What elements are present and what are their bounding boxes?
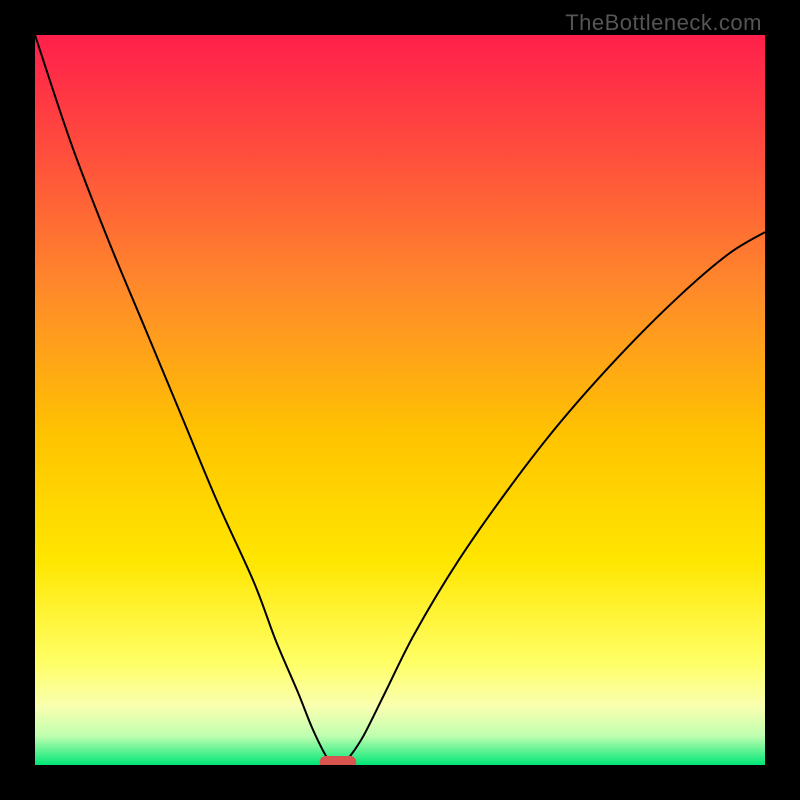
plot-area <box>35 35 765 765</box>
watermark-text: TheBottleneck.com <box>565 10 762 36</box>
chart-svg <box>35 35 765 765</box>
minimum-marker <box>320 756 357 765</box>
chart-container: TheBottleneck.com <box>0 0 800 800</box>
gradient-background <box>35 35 765 765</box>
